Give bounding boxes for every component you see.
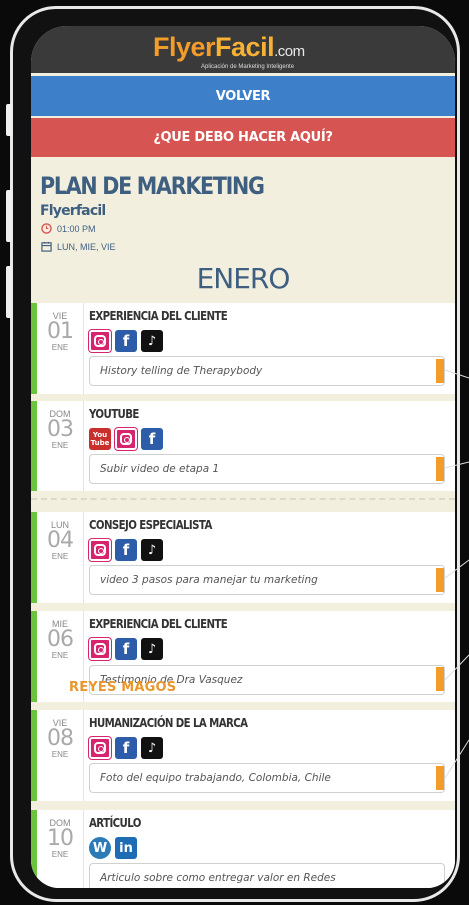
event-title: CONSEJO ESPECIALISTA bbox=[89, 518, 212, 532]
status-bar bbox=[31, 611, 37, 702]
linkedin-icon[interactable]: in bbox=[115, 837, 137, 859]
phone-side-button bbox=[6, 266, 12, 318]
edit-tab[interactable] bbox=[436, 568, 444, 592]
event-month: ENE bbox=[51, 552, 69, 561]
event-card[interactable]: DOM 10 ENE ARTÍCULO W in Articulo sobre … bbox=[31, 810, 455, 888]
event-description[interactable]: History telling de Therapybody bbox=[89, 356, 445, 386]
edit-tab[interactable] bbox=[436, 359, 444, 383]
event-description[interactable]: video 3 pasos para manejar tu marketing bbox=[89, 565, 445, 595]
facebook-icon[interactable]: f bbox=[115, 737, 137, 759]
tiktok-icon[interactable]: ♪ bbox=[141, 638, 163, 660]
status-bar bbox=[31, 810, 37, 888]
wordpress-icon[interactable]: W bbox=[89, 837, 111, 859]
event-description[interactable]: Subir video de etapa 1 bbox=[89, 454, 445, 484]
event-date: VIE 08 ENE bbox=[41, 718, 79, 759]
back-button[interactable]: VOLVER bbox=[31, 76, 455, 116]
event-card[interactable]: DOM 03 ENE YOUTUBE You Tube f Subir video… bbox=[31, 401, 455, 491]
event-title: EXPERIENCIA DEL CLIENTE bbox=[89, 309, 228, 323]
help-button[interactable]: ¿QUE DEBO HACER AQUÍ? bbox=[31, 118, 455, 157]
platform-icons: f ♪ bbox=[88, 329, 163, 353]
phone-side-button bbox=[6, 104, 12, 136]
event-day: 06 bbox=[47, 627, 74, 652]
event-date: DOM 03 ENE bbox=[41, 409, 79, 450]
event-title: EXPERIENCIA DEL CLIENTE bbox=[89, 617, 228, 631]
brand-name: Flyerfacil bbox=[40, 203, 106, 219]
schedule-time: 01:00 PM bbox=[57, 223, 96, 234]
app-screen: FlyerFacil.com Aplicación de Marketing I… bbox=[31, 26, 455, 888]
event-day: 03 bbox=[47, 417, 74, 442]
event-card[interactable]: LUN 04 ENE CONSEJO ESPECIALISTA f ♪ vide… bbox=[31, 512, 455, 603]
event-month: ENE bbox=[51, 651, 69, 660]
platform-icons: f ♪ bbox=[88, 538, 163, 562]
phone-side-button bbox=[6, 190, 12, 242]
instagram-icon[interactable] bbox=[88, 736, 112, 760]
holiday-label: REYES MAGOS bbox=[69, 680, 177, 695]
platform-icons: f ♪ bbox=[88, 736, 163, 760]
youtube-icon[interactable]: You Tube bbox=[89, 428, 111, 450]
days-row: LUN, MIE, VIE bbox=[41, 241, 116, 252]
event-date: LUN 04 ENE bbox=[41, 520, 79, 561]
tiktok-icon[interactable]: ♪ bbox=[141, 330, 163, 352]
divider bbox=[83, 512, 84, 603]
event-card[interactable]: VIE 08 ENE HUMANIZACIÓN DE LA MARCA f ♪ … bbox=[31, 710, 455, 801]
facebook-icon[interactable]: f bbox=[115, 330, 137, 352]
instagram-icon[interactable] bbox=[114, 427, 138, 451]
event-month: ENE bbox=[51, 343, 69, 352]
schedule-days: LUN, MIE, VIE bbox=[57, 241, 116, 252]
instagram-icon[interactable] bbox=[88, 538, 112, 562]
time-row: 01:00 PM bbox=[41, 223, 96, 234]
edit-tab[interactable] bbox=[436, 667, 444, 691]
instagram-icon[interactable] bbox=[88, 329, 112, 353]
page-title: PLAN DE MARKETING bbox=[40, 172, 265, 200]
event-date: VIE 01 ENE bbox=[41, 311, 79, 352]
status-bar bbox=[31, 710, 37, 801]
event-title: YOUTUBE bbox=[89, 407, 139, 421]
event-day: 04 bbox=[47, 528, 74, 553]
edit-tab[interactable] bbox=[436, 457, 444, 481]
week-separator bbox=[31, 498, 455, 500]
event-month: ENE bbox=[51, 850, 69, 859]
divider bbox=[83, 303, 84, 394]
event-day: 10 bbox=[47, 826, 74, 851]
event-description[interactable]: Articulo sobre como entregar valor en Re… bbox=[89, 863, 445, 888]
tiktok-icon[interactable]: ♪ bbox=[141, 539, 163, 561]
event-date: DOM 10 ENE bbox=[41, 818, 79, 859]
divider bbox=[83, 401, 84, 491]
event-date: MIE 06 ENE bbox=[41, 619, 79, 660]
divider bbox=[83, 810, 84, 888]
event-day: 01 bbox=[47, 319, 74, 344]
status-bar bbox=[31, 401, 37, 491]
facebook-icon[interactable]: f bbox=[115, 539, 137, 561]
facebook-icon[interactable]: f bbox=[141, 428, 163, 450]
event-month: ENE bbox=[51, 750, 69, 759]
status-bar bbox=[31, 303, 37, 394]
app-logo: FlyerFacil.com bbox=[153, 32, 305, 62]
instagram-icon[interactable] bbox=[88, 637, 112, 661]
platform-icons: f ♪ bbox=[88, 637, 163, 661]
event-title: HUMANIZACIÓN DE LA MARCA bbox=[89, 716, 248, 730]
platform-icons: W in bbox=[89, 837, 137, 859]
event-description[interactable]: Foto del equipo trabajando, Colombia, Ch… bbox=[89, 763, 445, 793]
clock-icon bbox=[41, 223, 52, 234]
facebook-icon[interactable]: f bbox=[115, 638, 137, 660]
event-title: ARTÍCULO bbox=[89, 816, 141, 830]
divider bbox=[83, 710, 84, 801]
month-heading: ENERO bbox=[196, 262, 291, 295]
event-card[interactable]: VIE 01 ENE EXPERIENCIA DEL CLIENTE f ♪ H… bbox=[31, 303, 455, 394]
status-bar bbox=[31, 512, 37, 603]
calendar-icon bbox=[41, 241, 52, 252]
event-day: 08 bbox=[47, 726, 74, 751]
platform-icons: You Tube f bbox=[89, 427, 163, 451]
event-month: ENE bbox=[51, 441, 69, 450]
header-bar: FlyerFacil.com Aplicación de Marketing I… bbox=[31, 26, 455, 73]
app-tagline: Aplicación de Marketing Inteligente bbox=[201, 64, 295, 70]
tiktok-icon[interactable]: ♪ bbox=[141, 737, 163, 759]
edit-tab[interactable] bbox=[436, 766, 444, 790]
